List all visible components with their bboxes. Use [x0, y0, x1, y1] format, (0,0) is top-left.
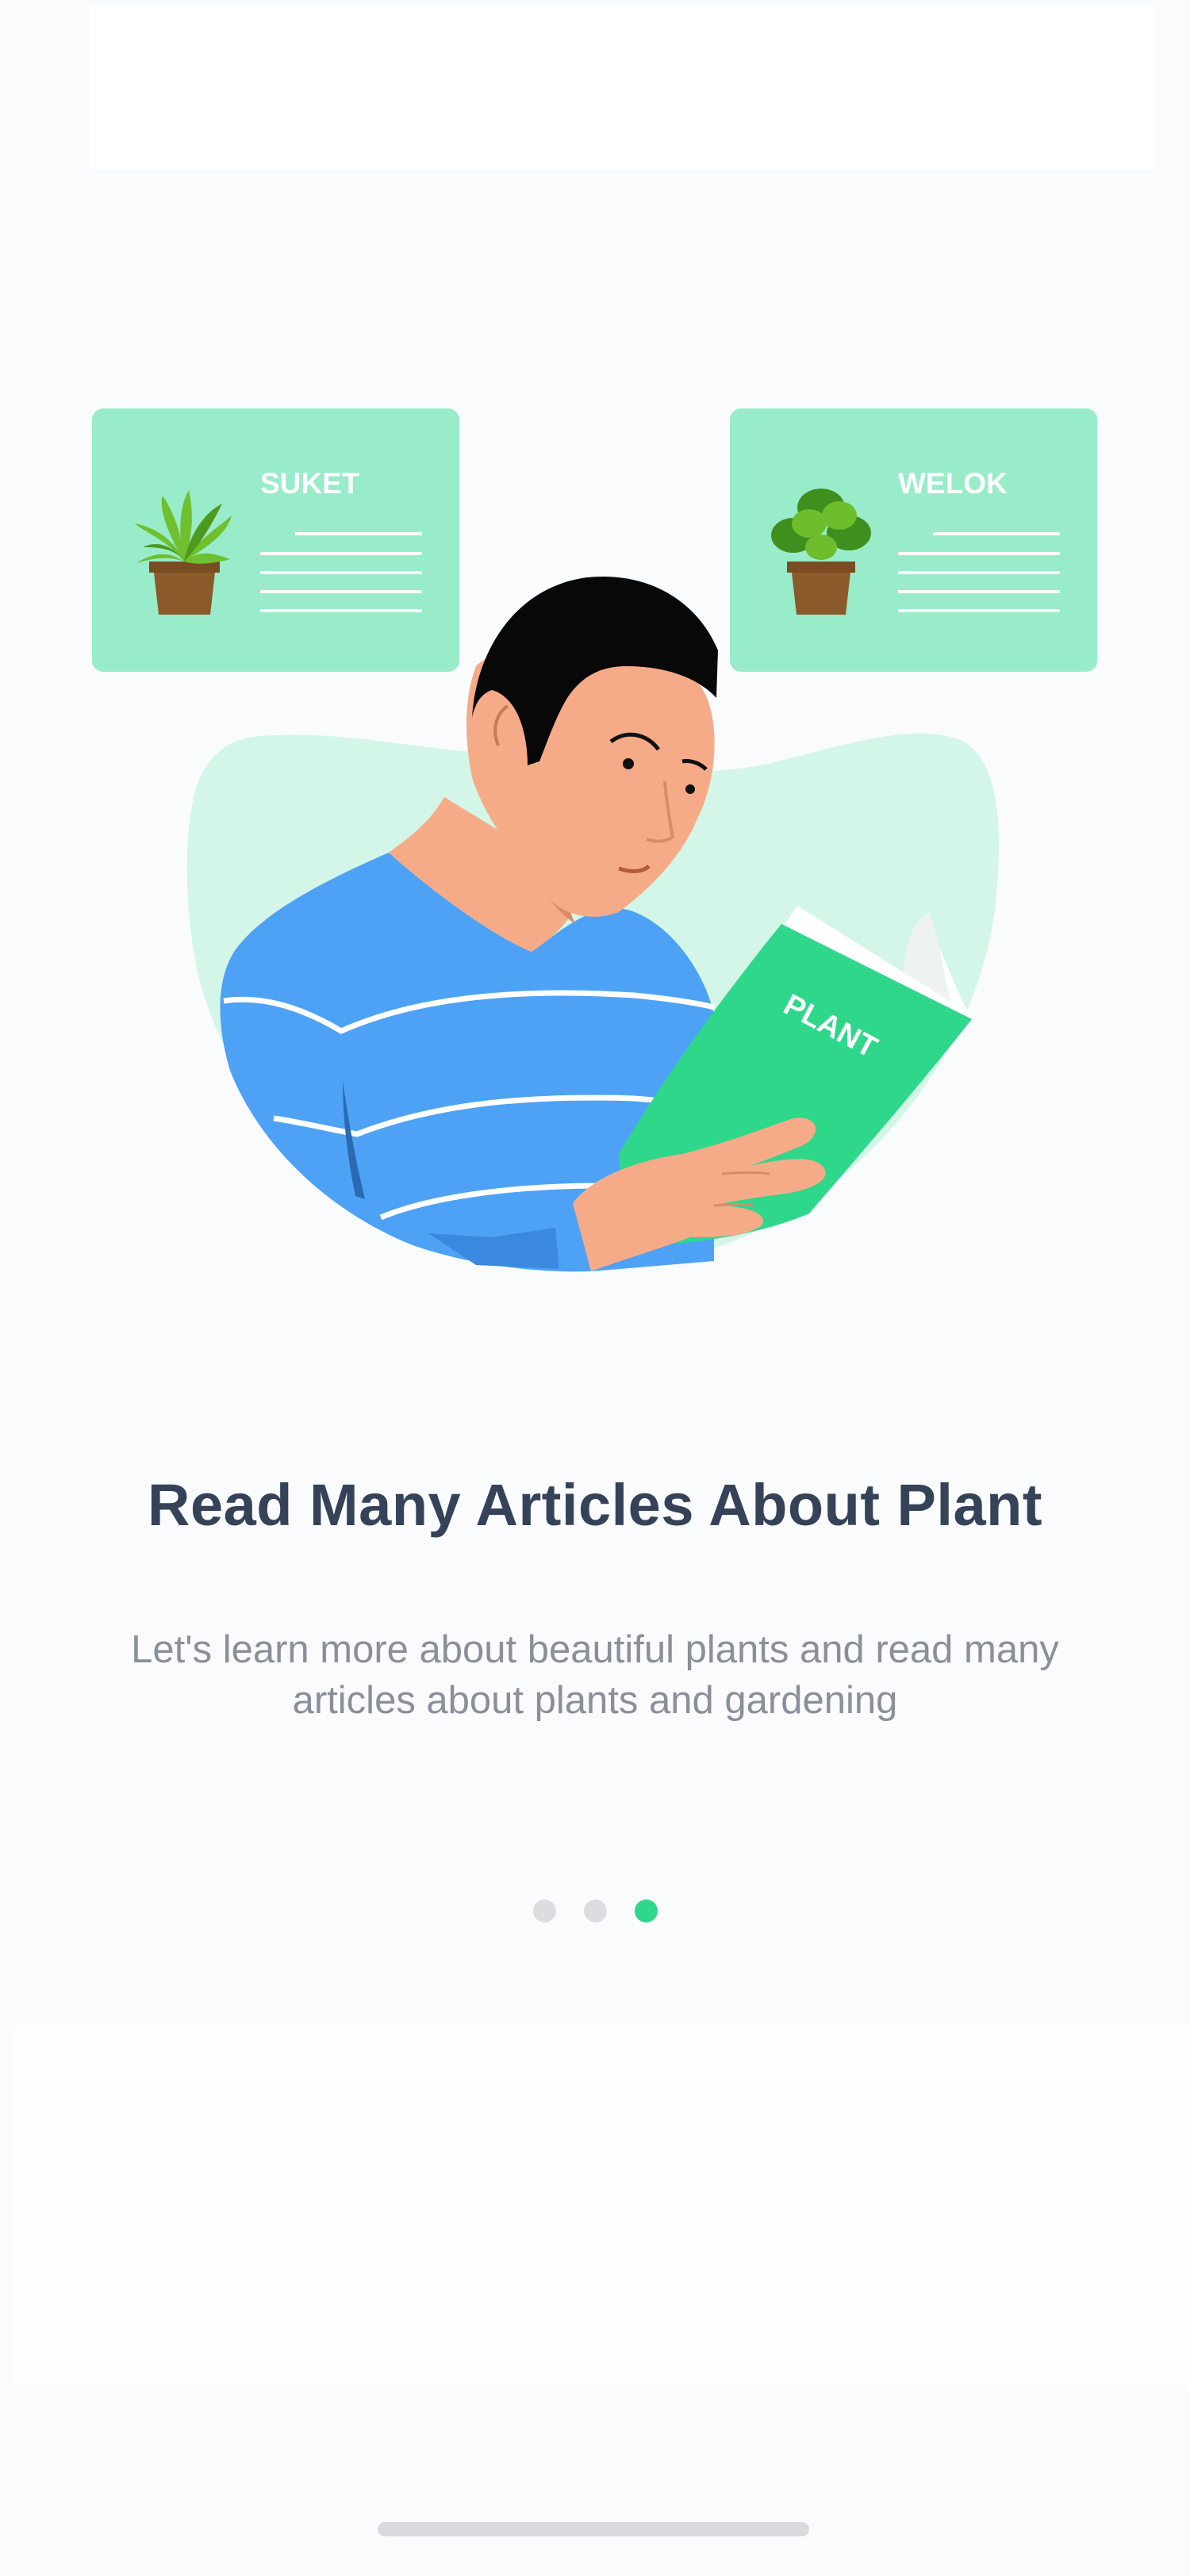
- bottom-blank-panel: [11, 2025, 1190, 2390]
- plant-card-welok: WELOK: [730, 408, 1097, 672]
- page-indicator: [0, 1899, 1190, 1922]
- card-title-suket: SUKET: [260, 467, 360, 500]
- page-dot-1[interactable]: [532, 1899, 556, 1922]
- page-dot-2[interactable]: [583, 1899, 607, 1922]
- onboarding-subtitle: Let's learn more about beautiful plants …: [131, 1628, 1059, 1722]
- onboarding-title: Read Many Articles About Plant: [148, 1472, 1042, 1538]
- home-indicator-bar[interactable]: [378, 2522, 809, 2536]
- card-title-welok: WELOK: [898, 467, 1008, 500]
- page-dot-3-active[interactable]: [634, 1899, 658, 1922]
- reading-person-illustration: SUKET WELOK PLANT: [92, 408, 1097, 1272]
- plant-card-suket: SUKET: [92, 408, 459, 672]
